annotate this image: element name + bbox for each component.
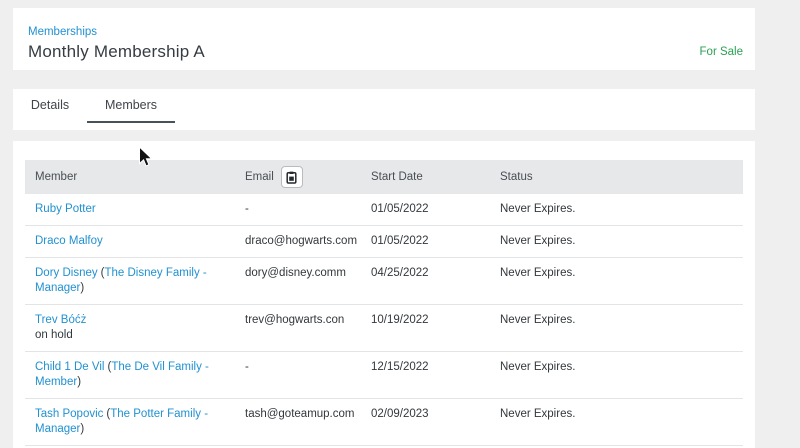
member-cell: Dory Disney (The Disney Family - Manager)	[25, 257, 235, 305]
page-title: Monthly Membership A	[28, 42, 205, 61]
status-cell: Never Expires.	[490, 398, 743, 446]
member-row: Ruby Potter - 01/05/2022 Never Expires.	[25, 194, 743, 226]
members-table: Member Email Start Date Status Ruby Pott…	[25, 160, 743, 448]
email-cell: trev@hogwarts.con	[235, 304, 361, 352]
member-name-link[interactable]: Draco Malfoy	[35, 235, 103, 247]
start-date-cell: 02/09/2023	[361, 398, 490, 446]
member-row: Child 1 De Vil (The De Vil Family - Membe…	[25, 351, 743, 399]
clipboard-copy-icon	[285, 171, 298, 184]
breadcrumb-memberships-link[interactable]: Memberships	[28, 26, 97, 38]
member-row: Trev Bóćż on hold trev@hogwarts.con 10/1…	[25, 304, 743, 352]
status-cell: Never Expires.	[490, 194, 743, 226]
member-name-link[interactable]: Ruby Potter	[35, 203, 96, 215]
status-cell: Never Expires.	[490, 225, 743, 258]
member-name-link[interactable]: Tash Popovic	[35, 408, 103, 420]
member-row: Dory Disney (The Disney Family - Manager)…	[25, 257, 743, 305]
tab-details[interactable]: Details	[13, 89, 87, 123]
member-name-link[interactable]: Child 1 De Vil	[35, 361, 104, 373]
email-cell: tash@goteamup.com	[235, 398, 361, 446]
member-cell: Draco Malfoy	[25, 225, 235, 258]
member-name-link[interactable]: Trev Bóćż	[35, 314, 86, 326]
start-date-cell: 01/05/2022	[361, 194, 490, 226]
start-date-cell: 12/15/2022	[361, 351, 490, 399]
copy-emails-button[interactable]	[280, 166, 303, 188]
email-cell: -	[235, 351, 361, 399]
memberships-page: { "header": { "breadcrumb": "Memberships…	[0, 0, 800, 448]
start-date-cell: 01/05/2022	[361, 225, 490, 258]
email-cell: dory@disney.comm	[235, 257, 361, 305]
column-header-status: Status	[490, 160, 743, 194]
member-cell: Trev Bóćż on hold	[25, 304, 235, 352]
member-name-link[interactable]: Dory Disney	[35, 267, 98, 279]
start-date-cell: 04/25/2022	[361, 257, 490, 305]
member-cell: Ruby Potter	[25, 194, 235, 226]
table-header-row: Member Email Start Date Status	[25, 160, 743, 194]
member-row: Draco Malfoy draco@hogwarts.com 01/05/20…	[25, 225, 743, 258]
members-table-card: Member Email Start Date Status Ruby Pott…	[13, 141, 755, 448]
email-column-label: Email	[245, 171, 274, 183]
member-rows: Ruby Potter - 01/05/2022 Never Expires. …	[25, 194, 743, 448]
member-note: on hold	[35, 329, 73, 341]
email-cell: draco@hogwarts.com	[235, 225, 361, 258]
column-header-start-date: Start Date	[361, 160, 490, 194]
tab-members[interactable]: Members	[87, 89, 175, 123]
status-cell: Never Expires.	[490, 351, 743, 399]
column-header-email: Email	[235, 160, 361, 194]
tab-bar: Details Members	[13, 89, 755, 130]
member-cell: Tash Popovic (The Potter Family - Manager…	[25, 398, 235, 446]
email-cell: -	[235, 194, 361, 226]
status-cell: Never Expires.	[490, 257, 743, 305]
start-date-cell: 10/19/2022	[361, 304, 490, 352]
member-row: Tash Popovic (The Potter Family - Manager…	[25, 398, 743, 446]
member-cell: Child 1 De Vil (The De Vil Family - Membe…	[25, 351, 235, 399]
status-cell: Never Expires.	[490, 304, 743, 352]
page-header: Memberships Monthly Membership A For Sal…	[13, 8, 755, 70]
for-sale-badge: For Sale	[699, 46, 743, 58]
column-header-member: Member	[25, 160, 235, 194]
